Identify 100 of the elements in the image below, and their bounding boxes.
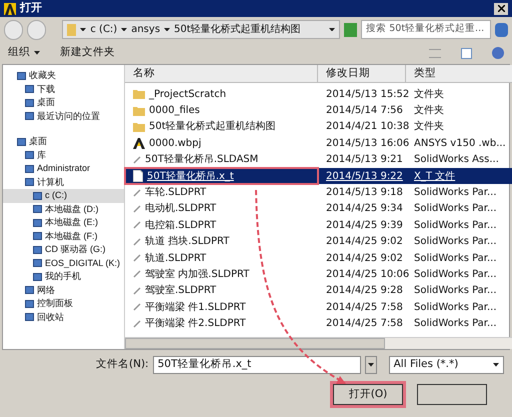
document-icon <box>133 170 143 182</box>
file-row[interactable]: 0000.wbpj 2014/5/13 16:06 ANSYS v150 .wb... <box>125 135 512 152</box>
file-name: 50T轻量化桥吊.SLDASM <box>125 152 318 168</box>
file-row[interactable]: 驾驶室.SLDPRT 2014/4/25 9:28 SolidWorks Par... <box>125 282 512 300</box>
date-cell-text: 2014/4/25 7:58 <box>325 300 404 315</box>
back-button[interactable] <box>4 20 24 40</box>
file-row[interactable]: _ProjectScratch 2014/5/13 15:52 文件夹 <box>125 86 512 102</box>
open-button[interactable]: 打开(O) <box>330 381 406 408</box>
caret-icon <box>328 28 335 32</box>
sidebar-item[interactable]: 桌面 <box>3 96 124 110</box>
cancel-button[interactable] <box>414 381 490 408</box>
view-icon[interactable] <box>429 48 441 58</box>
caret-icon <box>164 28 170 32</box>
type-cell-text: SolidWorks Par... <box>413 300 498 315</box>
type-cell-text: SolidWorks Par... <box>413 317 498 332</box>
file-name: 电控箱.SLDPRT <box>125 217 318 234</box>
file-name: 驾驶室.SLDPRT <box>125 282 318 300</box>
sidebar-item[interactable]: 本地磁盘 (E:) <box>3 216 124 230</box>
folder-icon <box>133 106 145 116</box>
file-row[interactable]: 平衡端梁 件2.SLDPRT 2014/4/25 7:58 SolidWorks Par... <box>125 315 512 332</box>
preview-pane-icon[interactable] <box>461 48 472 58</box>
file-name: _ProjectScratch <box>125 86 318 102</box>
date-cell-text: 2014/5/13 9:21 <box>325 153 404 168</box>
file-name: 平衡端梁 件2.SLDPRT <box>125 315 318 332</box>
horizontal-scrollbar[interactable] <box>125 337 512 349</box>
help-icon[interactable] <box>492 47 504 59</box>
new-folder-button[interactable]: 新建文件夹 <box>60 45 115 61</box>
file-row[interactable]: 50T轻量化桥吊.SLDASM 2014/5/13 9:21 SolidWorks Ass... <box>125 152 512 168</box>
sidebar-item[interactable]: 收藏夹 <box>3 69 124 82</box>
part-icon <box>133 156 141 164</box>
file-name: 电动机.SLDPRT <box>125 200 318 218</box>
dropdown-button[interactable] <box>364 356 377 374</box>
search-button[interactable] <box>494 22 508 36</box>
file-row[interactable]: 电动机.SLDPRT 2014/4/25 9:34 SolidWorks Par... <box>125 200 512 218</box>
breadcrumb[interactable]: 50t轻量化桥式起重机结构图 <box>164 22 301 37</box>
date-cell-text: 2014/5/13 9:18 <box>325 186 404 200</box>
file-name: 0000.wbpj <box>125 135 318 152</box>
file-row[interactable]: 驾驶室 内加强.SLDPRT 2014/4/25 10:06 SolidWorks Par... <box>125 266 512 283</box>
sidebar-item[interactable]: 我的手机 <box>3 270 124 284</box>
sidebar-item[interactable]: 桌面 <box>3 135 124 148</box>
caret-icon <box>121 28 128 32</box>
date-cell-text: 2014/5/14 7:56 <box>325 104 404 118</box>
folder-icon <box>67 24 76 36</box>
column-header[interactable]: 类型 <box>406 65 512 82</box>
sidebar-item[interactable]: 库 <box>3 148 124 162</box>
column-header[interactable]: 名称 <box>125 65 318 82</box>
type-cell-text: SolidWorks Par... <box>413 202 498 216</box>
file-row[interactable]: 车轮.SLDPRT 2014/5/13 9:18 SolidWorks Par... <box>125 184 512 201</box>
date-cell-text: 2014/4/25 9:02 <box>325 252 404 266</box>
search-field[interactable]: 搜索 50t轻量化桥式起重... <box>361 20 491 39</box>
type-cell-text: SolidWorks Ass... <box>413 153 500 168</box>
folder-icon <box>133 122 145 132</box>
file-row[interactable]: 轨道 挡块.SLDPRT 2014/4/25 9:02 SolidWorks Par... <box>125 234 512 250</box>
sidebar-item[interactable]: EOS_DIGITAL (K:) <box>3 256 124 270</box>
sidebar-item[interactable]: 计算机 <box>3 176 124 189</box>
date-cell-text: 2014/5/13 9:22 <box>325 170 404 184</box>
breadcrumb[interactable]: ansys <box>121 22 160 37</box>
type-cell-text: 文件夹 <box>413 120 445 134</box>
date-cell-text: 2014/4/25 7:58 <box>325 317 404 332</box>
filename-field[interactable]: 50T轻量化桥吊.x_t <box>152 356 361 374</box>
address-bar[interactable]: c (C:) ansys 50t轻量化桥式起重机结构图 <box>62 20 340 39</box>
sidebar-item[interactable]: 本地磁盘 (D:) <box>3 202 124 216</box>
column-header[interactable]: 修改日期 <box>318 65 406 82</box>
close-icon <box>498 5 504 12</box>
type-cell-text: SolidWorks Par... <box>413 218 498 233</box>
file-row[interactable]: 0000_files 2014/5/14 7:56 文件夹 <box>125 102 512 119</box>
caret-icon <box>493 363 499 367</box>
sidebar-item[interactable]: CD 驱动器 (G:) <box>3 243 124 256</box>
sidebar-item[interactable]: Administrator <box>3 162 124 176</box>
date-cell-text: 2014/4/25 9:28 <box>325 284 404 298</box>
type-cell-text: SolidWorks Par... <box>413 252 498 266</box>
sidebar-item[interactable]: 最近访问的位置 <box>3 110 124 123</box>
sidebar-item[interactable]: 控制面板 <box>3 297 124 310</box>
refresh-button[interactable] <box>344 22 358 36</box>
sidebar-item[interactable]: c (C:) <box>3 189 124 202</box>
breadcrumb[interactable]: c (C:) <box>80 22 118 37</box>
file-type-dropdown[interactable]: All Files (*.*) <box>388 356 504 374</box>
file-row[interactable]: 电控箱.SLDPRT 2014/4/25 9:39 SolidWorks Par... <box>125 217 512 234</box>
logo-icon <box>4 2 16 14</box>
file-name: 轨道 挡块.SLDPRT <box>125 234 318 250</box>
window-title: 打开 <box>20 0 42 16</box>
folder-icon <box>133 89 145 100</box>
sidebar-item[interactable]: 网络 <box>3 284 124 297</box>
file-name: 驾驶室 内加强.SLDPRT <box>125 266 318 283</box>
organize-button[interactable]: 组织 <box>8 45 40 61</box>
type-cell-text: 文件夹 <box>413 104 445 118</box>
file-row[interactable]: 50t轻量化桥式起重机结构图 2014/4/21 10:38 文件夹 <box>125 118 512 136</box>
filename-label: 文件名(N): <box>96 357 149 372</box>
file-name: 车轮.SLDPRT <box>125 184 318 201</box>
close-button[interactable] <box>494 2 508 14</box>
file-name: 50t轻量化桥式起重机结构图 <box>125 118 318 136</box>
file-row[interactable]: 平衡端梁 件1.SLDPRT 2014/4/25 7:58 SolidWorks Par... <box>125 299 512 316</box>
date-cell-text: 2014/4/25 9:34 <box>325 202 404 216</box>
forward-button[interactable] <box>27 20 46 40</box>
file-row[interactable]: 轨道.SLDPRT 2014/4/25 9:02 SolidWorks Par... <box>125 250 512 266</box>
sidebar-item[interactable]: 下载 <box>3 82 124 96</box>
sidebar-item[interactable]: 本地磁盘 (F:) <box>3 230 124 243</box>
sidebar-item[interactable]: 回收站 <box>3 310 124 324</box>
date-cell-text: 2014/4/21 10:38 <box>325 120 406 134</box>
date-cell-text: 2014/5/13 15:52 <box>325 88 406 102</box>
